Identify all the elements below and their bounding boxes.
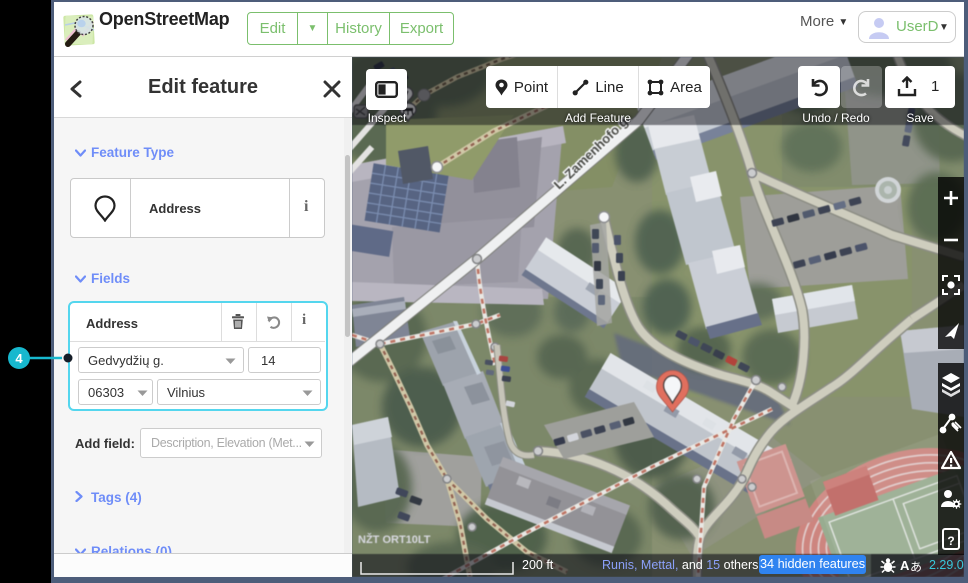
- svg-text:NŽT ORT10LT: NŽT ORT10LT: [358, 533, 431, 546]
- svg-text:あ: あ: [910, 560, 922, 574]
- svg-text:4: 4: [15, 351, 23, 366]
- svg-text:?: ?: [947, 534, 954, 548]
- svg-text:A: A: [900, 558, 910, 573]
